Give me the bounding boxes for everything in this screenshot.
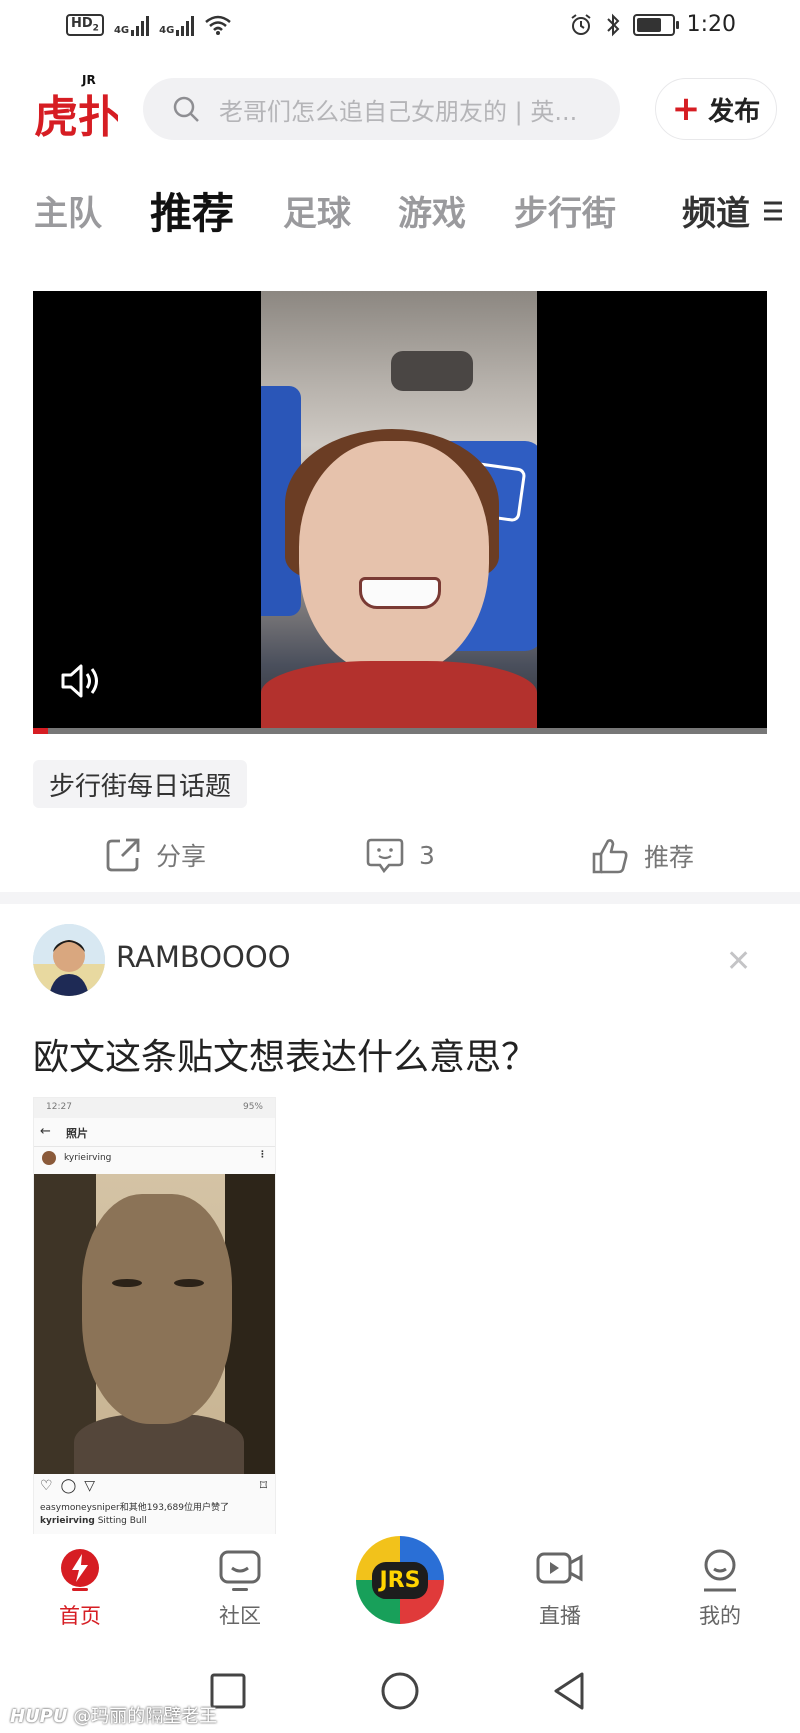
tab-bar-live-label: 直播 <box>539 1604 581 1628</box>
tab-bar-mine-label: 我的 <box>699 1604 741 1628</box>
clock: 1:20 <box>686 12 736 37</box>
image-action-icons: ♡ ◯ ▽ <box>40 1478 96 1494</box>
battery-icon <box>632 13 679 36</box>
tab-bar-mine[interactable]: 我的 <box>675 1548 765 1630</box>
tab-pedestrian-street[interactable]: 步行街 <box>514 186 616 235</box>
thumbs-up-icon <box>592 839 628 874</box>
post-image[interactable]: 12:27 95% ← 照片 kyrieirving ⋮ ♡ ◯ ▽ ⌑ easym… <box>33 1097 276 1535</box>
video-frame <box>261 291 537 731</box>
home-lightning-icon <box>61 1549 99 1591</box>
tab-recommend[interactable]: 推荐 <box>150 180 234 241</box>
image-user-row: kyrieirving ⋮ <box>34 1146 275 1172</box>
comment-button[interactable]: 3 <box>365 836 435 874</box>
bottom-tab-bar: 首页 社区 JRS 直播 我的 <box>0 1534 800 1654</box>
recommend-button[interactable]: 推荐 <box>590 836 694 876</box>
watermark: HUPU @玛丽的隔壁老王 <box>10 1706 218 1727</box>
close-icon[interactable]: ✕ <box>726 944 751 979</box>
signal-icon-2 <box>176 14 195 36</box>
image-likes: easymoneysniper和其他193,689位用户赞了 <box>40 1503 229 1513</box>
image-status-bar: 12:27 95% <box>34 1098 275 1118</box>
hupu-logo[interactable]: 虎扑 JR <box>34 70 118 146</box>
share-icon <box>106 838 140 872</box>
jrs-badge: JRS <box>371 1561 429 1599</box>
post-title[interactable]: 欧文这条贴文想表达什么意思？ <box>33 1028 537 1080</box>
wifi-icon <box>205 15 232 35</box>
svg-text:JR: JR <box>81 73 96 87</box>
volume-icon[interactable] <box>59 661 105 701</box>
search-placeholder: 老哥们怎么追自己女朋友的 | 英... <box>219 97 578 126</box>
channel-label: 频道 <box>682 194 750 234</box>
tab-games[interactable]: 游戏 <box>398 186 466 235</box>
video-progress-bar[interactable] <box>33 728 767 734</box>
menu-icon <box>764 201 782 220</box>
tab-bar-live[interactable]: 直播 <box>515 1548 605 1630</box>
svg-text:虎扑: 虎扑 <box>34 92 118 143</box>
back-icon[interactable] <box>550 1670 588 1712</box>
plus-icon: + <box>671 89 701 129</box>
publish-label: 发布 <box>708 96 761 127</box>
status-right: 1:20 <box>569 12 736 37</box>
author-avatar[interactable] <box>33 924 105 996</box>
comment-icon <box>366 838 404 874</box>
search-bar[interactable]: 老哥们怎么追自己女朋友的 | 英... <box>143 78 620 140</box>
status-bar: HD2 4G 4G 1:20 <box>0 0 800 60</box>
tab-home-team[interactable]: 主队 <box>34 186 102 235</box>
video-player[interactable] <box>33 291 767 734</box>
live-video-icon <box>536 1552 583 1584</box>
image-caption: kyrieirving Sitting Bull <box>40 1516 147 1526</box>
alarm-icon <box>570 13 591 35</box>
status-left: HD2 4G 4G <box>66 14 232 36</box>
signal-icon <box>131 14 150 36</box>
search-icon <box>173 96 199 122</box>
tab-bar-home-label: 首页 <box>59 1604 101 1628</box>
share-button[interactable]: 分享 <box>104 836 206 874</box>
bookmark-icon: ⌑ <box>259 1478 267 1494</box>
tab-bar-community-label: 社区 <box>219 1604 261 1628</box>
profile-icon <box>704 1549 736 1592</box>
channel-tabs: 主队 推荐 足球 游戏 步行街 频道 <box>0 172 800 242</box>
topic-tag[interactable]: 步行街每日话题 <box>33 760 248 808</box>
portrait-photo <box>34 1174 275 1474</box>
jrs-center-button[interactable]: JRS <box>356 1536 444 1624</box>
network-4g-1: 4G <box>114 14 150 36</box>
avatar-image <box>33 924 105 996</box>
home-circle-icon[interactable] <box>379 1670 421 1712</box>
share-label: 分享 <box>156 842 207 871</box>
comment-count: 3 <box>419 840 435 870</box>
tab-bar-home[interactable]: 首页 <box>35 1548 125 1630</box>
author-name[interactable]: RAMBOOOO <box>116 940 291 974</box>
image-nav: ← 照片 <box>34 1118 275 1147</box>
recommend-label: 推荐 <box>644 843 695 872</box>
tab-football[interactable]: 足球 <box>283 186 351 235</box>
tab-bar-community[interactable]: 社区 <box>195 1548 285 1630</box>
bluetooth-icon <box>606 13 620 36</box>
post-actions: 分享 3 推荐 <box>0 830 800 890</box>
community-icon <box>219 1550 261 1591</box>
publish-button[interactable]: + 发布 <box>655 78 777 140</box>
channel-button[interactable]: 频道 <box>658 186 784 235</box>
network-4g-2: 4G <box>159 14 195 36</box>
post-divider <box>0 892 800 904</box>
hd-indicator: HD2 <box>66 14 104 36</box>
